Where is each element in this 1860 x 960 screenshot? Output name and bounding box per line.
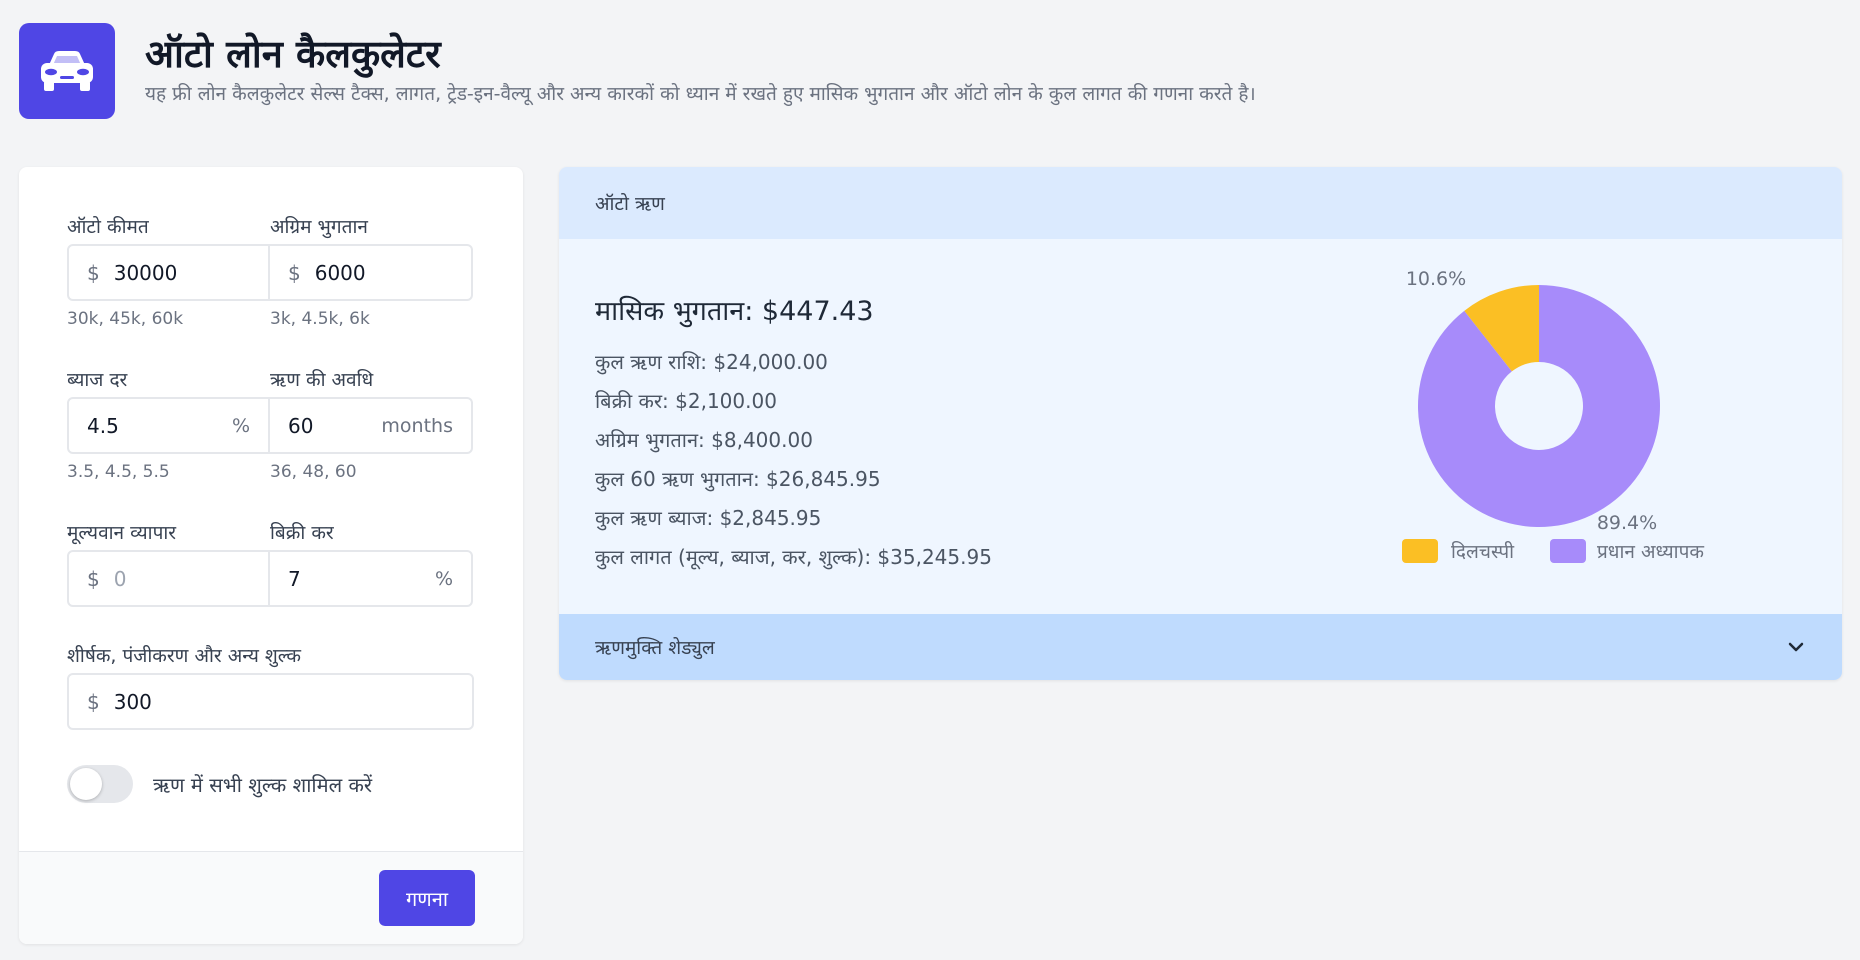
car-icon	[41, 51, 93, 91]
loan-term-value: 60	[288, 413, 314, 438]
interest-rate-label: ब्याज दर	[67, 369, 128, 391]
fees-row: शीर्षक, पंजीकरण और अन्य शुल्क $ 300	[67, 639, 474, 730]
trade-row: मूल्यवान व्यापार $ 0 बिक्री कर 7 %	[67, 516, 473, 607]
legend-swatch-interest	[1402, 539, 1438, 563]
loan-term-input[interactable]: 60 months	[270, 397, 473, 454]
loan-form-card: ऑटो कीमत $ 30000 30k, 45k, 60k अग्रिम भु…	[19, 167, 523, 944]
loan-term-field: ऋण की अवधि 60 months 36, 48, 60	[270, 363, 473, 484]
include-fees-label: ऋण में सभी शुल्क शामिल करें	[153, 772, 373, 797]
results-card: ऑटो ऋण मासिक भुगतान: $447.43 कुल ऋण राशि…	[559, 167, 1842, 680]
logo	[19, 23, 115, 119]
summary-item: कुल ऋण ब्याज: $2,845.95	[595, 506, 822, 530]
auto-price-value: 30000	[113, 260, 178, 285]
page-subtitle: यह फ्री लोन कैलकुलेटर सेल्स टैक्स, लागत,…	[145, 82, 1256, 105]
summary-item: कुल लागत (मूल्य, ब्याज, कर, शुल्क): $35,…	[595, 545, 992, 569]
legend-label-principal: प्रधान अध्यापक	[1597, 541, 1704, 563]
slice-principal	[1418, 285, 1660, 527]
chart-slices	[1418, 285, 1660, 527]
down-payment-value: 6000	[314, 260, 366, 285]
sales-tax-label: बिक्री कर	[270, 522, 334, 544]
loan-term-label: ऋण की अवधि	[270, 369, 374, 391]
dollar-prefix: $	[87, 260, 100, 285]
trade-in-value: 0	[113, 566, 127, 591]
page-title: ऑटो लोन कैलकुलेटर	[145, 32, 441, 76]
toggle-knob	[70, 768, 102, 800]
rate-row: ब्याज दर 4.5 % 3.5, 4.5, 5.5 ऋण की अवधि …	[67, 363, 473, 484]
auto-price-hint: 30k, 45k, 60k	[67, 309, 184, 329]
fees-label: शीर्षक, पंजीकरण और अन्य शुल्क	[67, 645, 301, 667]
summary-item: अग्रिम भुगतान: $8,400.00	[595, 428, 813, 452]
dollar-prefix: $	[288, 260, 301, 285]
loan-term-hint: 36, 48, 60	[270, 462, 357, 482]
amortization-label: ऋणमुक्ति शेड्युल	[595, 637, 715, 659]
fees-input[interactable]: $ 300	[67, 673, 474, 730]
slice-label-principal: 89.4%	[1597, 512, 1657, 534]
percent-suffix: %	[434, 567, 453, 590]
form-footer: गणना	[19, 851, 523, 944]
sales-tax-value: 7	[288, 566, 301, 591]
include-fees-row: ऋण में सभी शुल्क शामिल करें	[67, 765, 372, 803]
fees-value: 300	[113, 689, 152, 714]
summary-list: कुल ऋण राशि: $24,000.00 बिक्री कर: $2,10…	[595, 343, 992, 577]
legend-label-interest: दिलचस्पी	[1451, 540, 1515, 563]
down-payment-input[interactable]: $ 6000	[270, 244, 473, 301]
include-fees-toggle[interactable]	[67, 765, 133, 803]
summary-item: बिक्री कर: $2,100.00	[595, 389, 777, 413]
auto-price-field: ऑटो कीमत $ 30000 30k, 45k, 60k	[67, 210, 270, 331]
summary-item: कुल 60 ऋण भुगतान: $26,845.95	[595, 467, 881, 491]
months-suffix: months	[381, 414, 453, 437]
down-payment-field: अग्रिम भुगतान $ 6000 3k, 4.5k, 6k	[270, 210, 473, 331]
dollar-prefix: $	[87, 689, 100, 714]
page-header: ऑटो लोन कैलकुलेटर यह फ्री लोन कैलकुलेटर …	[19, 23, 1256, 119]
interest-rate-hint: 3.5, 4.5, 5.5	[67, 462, 170, 482]
interest-rate-field: ब्याज दर 4.5 % 3.5, 4.5, 5.5	[67, 363, 270, 484]
donut-chart: 10.6% 89.4% दिलचस्पी प्रधान अध्यापक	[1402, 268, 1704, 563]
slice-label-interest: 10.6%	[1406, 268, 1466, 290]
trade-in-label: मूल्यवान व्यापार	[67, 522, 177, 544]
auto-price-input[interactable]: $ 30000	[67, 244, 270, 301]
price-row: ऑटो कीमत $ 30000 30k, 45k, 60k अग्रिम भु…	[67, 210, 473, 331]
monthly-payment: मासिक भुगतान: $447.43	[595, 296, 874, 327]
sales-tax-input[interactable]: 7 %	[270, 550, 473, 607]
calculate-button[interactable]: गणना	[379, 870, 475, 926]
amortization-toggle[interactable]: ऋणमुक्ति शेड्युल	[559, 614, 1842, 680]
interest-rate-input[interactable]: 4.5 %	[67, 397, 270, 454]
down-payment-label: अग्रिम भुगतान	[270, 216, 368, 238]
trade-in-input[interactable]: $ 0	[67, 550, 270, 607]
auto-price-label: ऑटो कीमत	[67, 216, 149, 238]
fees-field: शीर्षक, पंजीकरण और अन्य शुल्क $ 300	[67, 639, 474, 730]
legend-swatch-principal	[1550, 539, 1586, 563]
trade-in-field: मूल्यवान व्यापार $ 0	[67, 516, 270, 607]
percent-suffix: %	[231, 414, 250, 437]
dollar-prefix: $	[87, 566, 100, 591]
summary-item: कुल ऋण राशि: $24,000.00	[595, 350, 828, 374]
down-payment-hint: 3k, 4.5k, 6k	[270, 309, 370, 329]
results-body: मासिक भुगतान: $447.43 कुल ऋण राशि: $24,0…	[559, 239, 1842, 614]
sales-tax-field: बिक्री कर 7 %	[270, 516, 473, 607]
results-header: ऑटो ऋण	[559, 167, 1842, 239]
chevron-down-icon	[1788, 642, 1804, 652]
interest-rate-value: 4.5	[87, 413, 119, 438]
